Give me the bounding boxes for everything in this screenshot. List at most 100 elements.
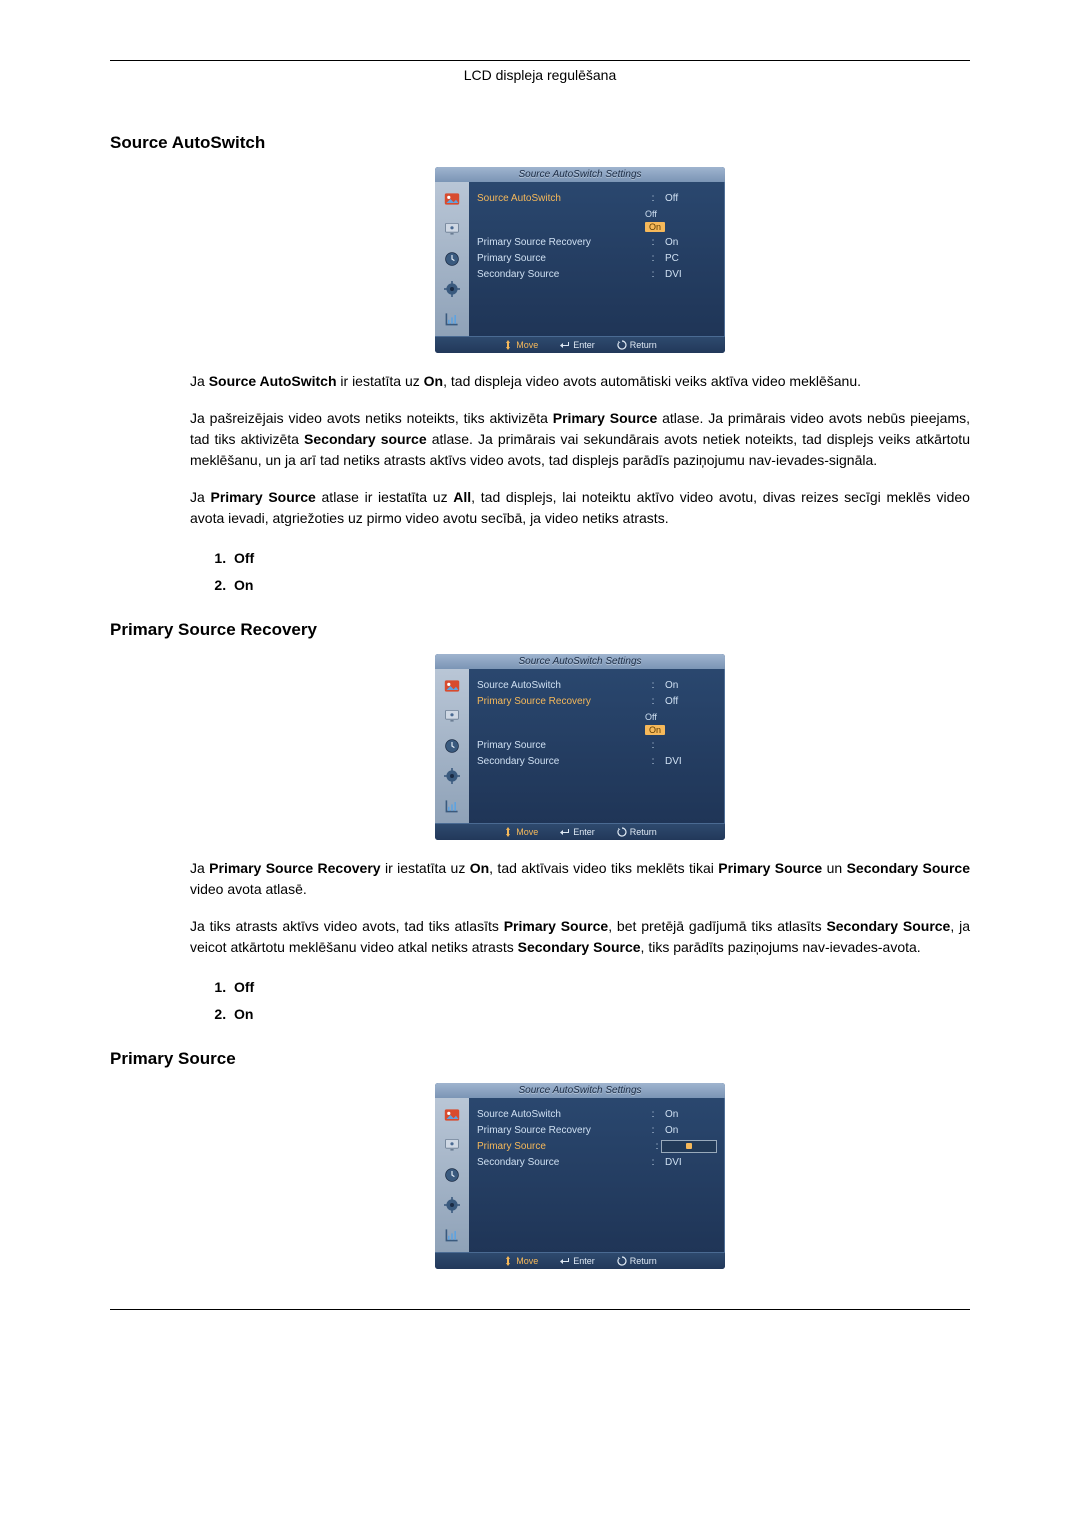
osd-row[interactable]: Secondary Source:DVI [477, 753, 717, 769]
osd-icon-column [435, 182, 469, 336]
osd-row[interactable]: Secondary Source:DVI [477, 266, 717, 282]
osd-row-label: Primary Source [477, 740, 649, 751]
osd-value: PC [657, 253, 717, 264]
osd-panel: Source AutoSwitch Settings Source AutoSwi… [435, 167, 725, 353]
osd-icon-column [435, 1098, 469, 1252]
osd-rows: Source AutoSwitch:OnPrimary Source Recov… [469, 669, 725, 823]
osd-foot-enter: Enter [560, 827, 595, 837]
osd-foot-return: Return [617, 1256, 657, 1266]
osd-foot-move: Move [503, 1256, 538, 1266]
osd-colon: : [649, 696, 657, 707]
osd-foot-return: Return [617, 827, 657, 837]
osd-panel: Source AutoSwitch SettingsSource AutoSwi… [435, 1083, 725, 1269]
osd-colon: : [649, 680, 657, 691]
picture-icon[interactable] [441, 1104, 463, 1126]
option-list: OffOn [230, 545, 970, 598]
osd-row-label: Secondary Source [477, 269, 649, 280]
gear-icon[interactable] [441, 278, 463, 300]
section-title: Source AutoSwitch [110, 133, 970, 153]
osd-row[interactable]: Primary Source Recovery:Off [477, 693, 717, 709]
picture-icon[interactable] [441, 675, 463, 697]
osd-row-label: Secondary Source [477, 1157, 649, 1168]
osd-option-selected[interactable]: On [477, 221, 717, 234]
osd-value: DVI [657, 756, 717, 767]
osd-row-label: Primary Source [477, 253, 649, 264]
osd-row[interactable]: Source AutoSwitch:On [477, 677, 717, 693]
osd-value-box[interactable] [661, 1140, 717, 1153]
osd-colon: : [649, 756, 657, 767]
clock-icon[interactable] [441, 248, 463, 270]
osd-row[interactable]: Primary Source:PC [477, 250, 717, 266]
chart-icon[interactable] [441, 308, 463, 330]
osd-colon: : [649, 253, 657, 264]
osd-dropdown[interactable]: OffOn [477, 208, 717, 234]
osd-footer: Move Enter Return [435, 823, 725, 840]
osd-value: On [657, 237, 717, 248]
osd-icon-column [435, 669, 469, 823]
osd-row-label: Secondary Source [477, 756, 649, 767]
screen-icon[interactable] [441, 705, 463, 727]
paragraph: Ja Primary Source atlase ir iestatīta uz… [190, 487, 970, 529]
option-list: OffOn [230, 974, 970, 1027]
osd-row-label: Source AutoSwitch [477, 1109, 649, 1120]
chart-icon[interactable] [441, 1224, 463, 1246]
osd-colon: : [649, 740, 657, 751]
osd-colon: : [649, 269, 657, 280]
osd-foot-enter: Enter [560, 340, 595, 350]
clock-icon[interactable] [441, 735, 463, 757]
osd-row-label: Primary Source Recovery [477, 237, 649, 248]
osd-row[interactable]: Secondary Source:DVI [477, 1154, 717, 1170]
list-item: Off [230, 545, 970, 572]
osd-row[interactable]: Primary Source Recovery:On [477, 234, 717, 250]
osd-row-label: Primary Source Recovery [477, 696, 649, 707]
gear-icon[interactable] [441, 1194, 463, 1216]
osd-row-label: Primary Source Recovery [477, 1125, 649, 1136]
section-title: Primary Source [110, 1049, 970, 1069]
top-rule [110, 60, 970, 61]
osd-row-label: Source AutoSwitch [477, 193, 649, 204]
chart-icon[interactable] [441, 795, 463, 817]
osd-value: On [657, 1125, 717, 1136]
section-title: Primary Source Recovery [110, 620, 970, 640]
osd-value: On [657, 680, 717, 691]
osd-row[interactable]: Primary Source Recovery:On [477, 1122, 717, 1138]
osd-colon: : [649, 1109, 657, 1120]
osd-value: On [657, 1109, 717, 1120]
paragraph: Ja tiks atrasts aktīvs video avots, tad … [190, 916, 970, 958]
osd-title: Source AutoSwitch Settings [435, 1083, 725, 1098]
osd-row[interactable]: Source AutoSwitch:On [477, 1106, 717, 1122]
osd-option[interactable]: Off [477, 208, 717, 221]
osd-footer: MoveEnterReturn [435, 336, 725, 353]
list-item: On [230, 572, 970, 599]
osd-row-label: Source AutoSwitch [477, 680, 649, 691]
osd-foot-move: Move [503, 340, 538, 350]
osd-title: Source AutoSwitch Settings [435, 167, 725, 182]
osd-row[interactable]: Primary Source: [477, 1138, 717, 1154]
osd-rows: Source AutoSwitch:OnPrimary Source Recov… [469, 1098, 725, 1252]
osd-foot-enter: Enter [560, 1256, 595, 1266]
osd-option-selected[interactable]: On [477, 724, 717, 737]
list-item: On [230, 1001, 970, 1028]
osd-title: Source AutoSwitch Settings [435, 654, 725, 669]
paragraph: Ja pašreizējais video avots netiks notei… [190, 408, 970, 471]
picture-icon[interactable] [441, 188, 463, 210]
osd-row[interactable]: Source AutoSwitch:Off [477, 190, 717, 206]
paragraph: Ja Primary Source Recovery ir iestatīta … [190, 858, 970, 900]
page-header: LCD displeja regulēšana [110, 67, 970, 83]
osd-rows: Source AutoSwitch:OffOffOnPrimary Source… [469, 182, 725, 336]
screen-icon[interactable] [441, 1134, 463, 1156]
osd-dropdown[interactable]: OffOn [477, 711, 717, 737]
osd-colon: : [649, 1157, 657, 1168]
osd-value: DVI [657, 1157, 717, 1168]
osd-option[interactable]: Off [477, 711, 717, 724]
osd-value: Off [657, 193, 717, 204]
osd-colon: : [649, 193, 657, 204]
clock-icon[interactable] [441, 1164, 463, 1186]
osd-colon: : [649, 237, 657, 248]
osd-panel: Source AutoSwitch Settings Source AutoSwi… [435, 654, 725, 840]
gear-icon[interactable] [441, 765, 463, 787]
screen-icon[interactable] [441, 218, 463, 240]
osd-foot-move: Move [503, 827, 538, 837]
osd-row[interactable]: Primary Source: [477, 737, 717, 753]
list-item: Off [230, 974, 970, 1001]
